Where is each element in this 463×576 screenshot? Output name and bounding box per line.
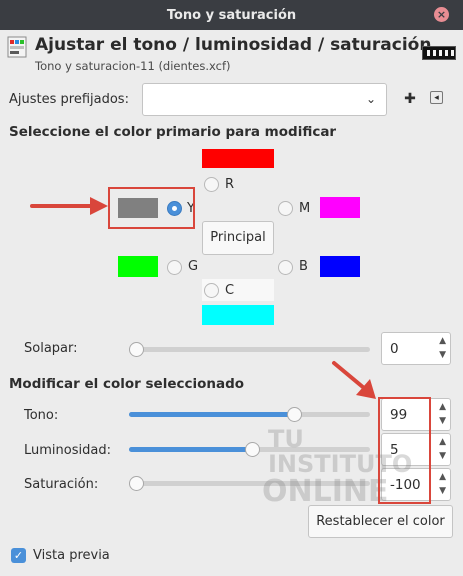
- radio-cyan[interactable]: [204, 283, 219, 298]
- swatch-green: [118, 256, 158, 277]
- primary-heading: Seleccione el color primario para modifi…: [9, 124, 337, 140]
- label-green: G: [188, 259, 199, 274]
- chevron-down-icon: ⌄: [365, 92, 376, 106]
- lightness-label: Luminosidad:: [24, 443, 111, 458]
- highlight-box-swatch: [108, 187, 195, 229]
- hue-label: Tono:: [24, 408, 59, 423]
- window-title: Tono y saturación: [166, 8, 297, 23]
- radio-blue[interactable]: [278, 260, 293, 275]
- label-magenta: M: [299, 201, 311, 216]
- dialog-title: Ajustar el tono / luminosidad / saturaci…: [35, 35, 432, 55]
- swatch-magenta: [320, 197, 360, 218]
- swatch-blue: [320, 256, 360, 277]
- overlap-value: 0: [390, 341, 399, 357]
- label-cyan: C: [225, 283, 235, 298]
- overlap-spinbox[interactable]: 0 ▲ ▼: [381, 332, 451, 365]
- swatch-red: [202, 149, 274, 168]
- lightness-slider[interactable]: [129, 442, 370, 457]
- preview-label: Vista previa: [33, 548, 110, 563]
- presets-label: Ajustes prefijados:: [9, 92, 129, 107]
- hue-fill: [129, 412, 294, 417]
- hue-knob[interactable]: [287, 407, 302, 422]
- spin-up-icon[interactable]: ▲: [439, 402, 446, 412]
- radio-red[interactable]: [204, 177, 219, 192]
- preset-menu-icon[interactable]: ◂: [430, 91, 443, 104]
- hue-saturation-icon: [7, 36, 27, 58]
- reset-color-button[interactable]: Restablecer el color: [308, 505, 453, 538]
- saturation-knob[interactable]: [129, 476, 144, 491]
- principal-button[interactable]: Principal: [202, 221, 274, 255]
- annotation-arrow-left: [30, 197, 108, 215]
- radio-magenta[interactable]: [278, 201, 293, 216]
- overlap-knob[interactable]: [129, 342, 144, 357]
- dialog-subtitle: Tono y saturacion-11 (dientes.xcf): [35, 59, 231, 73]
- label-blue: B: [299, 259, 308, 274]
- swatch-cyan: [202, 305, 274, 325]
- highlight-box-values: [378, 397, 431, 504]
- presets-combo[interactable]: ⌄: [142, 83, 387, 116]
- hue-slider[interactable]: [129, 407, 370, 422]
- title-bar: Tono y saturación ×: [0, 0, 463, 30]
- image-thumbnail: [422, 46, 456, 60]
- saturation-label: Saturación:: [24, 477, 99, 492]
- add-preset-icon[interactable]: ✚: [402, 91, 418, 107]
- spin-down-icon[interactable]: ▼: [439, 486, 446, 496]
- modify-heading: Modificar el color seleccionado: [9, 376, 245, 392]
- label-red: R: [225, 177, 235, 192]
- spin-up-icon[interactable]: ▲: [439, 472, 446, 482]
- overlap-label: Solapar:: [24, 341, 78, 356]
- spin-down-icon[interactable]: ▼: [439, 451, 446, 461]
- lightness-fill: [129, 447, 252, 452]
- close-icon[interactable]: ×: [434, 7, 449, 22]
- preview-checkbox[interactable]: ✓: [11, 548, 26, 563]
- annotation-arrow-down: [332, 361, 376, 399]
- lightness-knob[interactable]: [245, 442, 260, 457]
- watermark-line3: ONLINE: [262, 474, 389, 509]
- overlap-slider[interactable]: [129, 342, 370, 357]
- spin-down-icon[interactable]: ▼: [439, 416, 446, 426]
- spin-up-icon[interactable]: ▲: [439, 437, 446, 447]
- radio-green[interactable]: [167, 260, 182, 275]
- spin-up-icon[interactable]: ▲: [439, 336, 446, 346]
- saturation-slider[interactable]: [129, 476, 370, 491]
- spin-down-icon[interactable]: ▼: [439, 350, 446, 360]
